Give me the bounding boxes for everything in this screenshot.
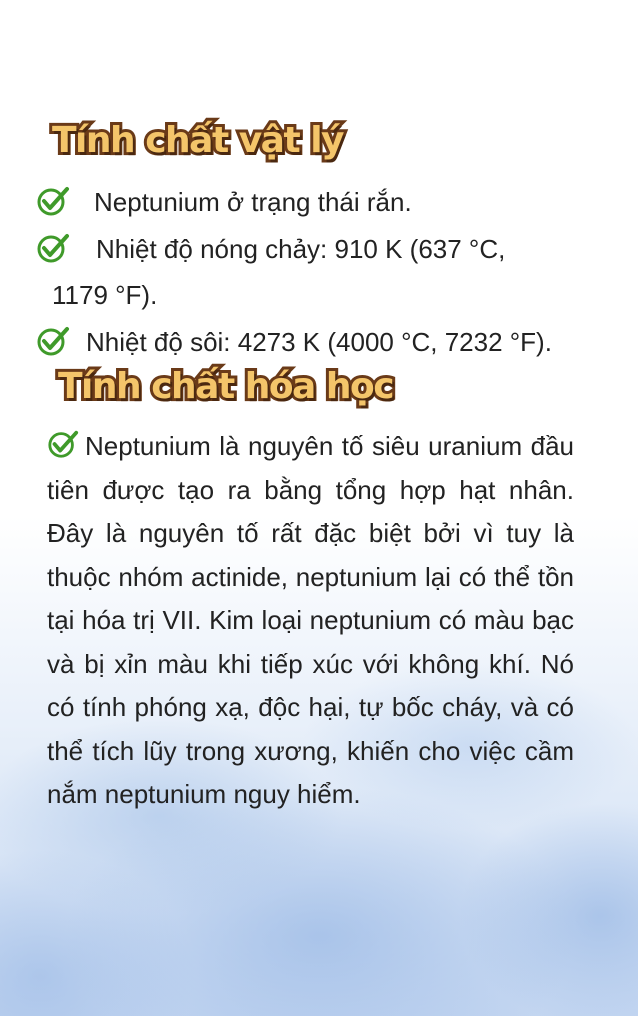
chemical-properties-heading: Tính chất hóa học bbox=[55, 363, 398, 410]
list-item-text: Neptunium ở trạng thái rắn. bbox=[94, 187, 412, 217]
list-item-text: Nhiệt độ nóng chảy: 910 K (637 °C, bbox=[96, 234, 506, 264]
check-circle-icon bbox=[37, 327, 69, 356]
paragraph-text: Neptunium là nguyên tố siêu uranium đầu … bbox=[47, 431, 574, 809]
check-circle-icon bbox=[48, 430, 79, 458]
check-circle-icon bbox=[37, 234, 69, 263]
list-item-text: Nhiệt độ sôi: 4273 K (4000 °C, 7232 °F). bbox=[86, 327, 552, 357]
list-item-text-continued: 1179 °F). bbox=[52, 280, 158, 310]
check-circle-icon bbox=[37, 187, 69, 216]
chemical-properties-paragraph: Neptunium là nguyên tố siêu uranium đầu … bbox=[47, 425, 574, 817]
physical-properties-heading: Tính chất vật lý bbox=[49, 117, 348, 164]
